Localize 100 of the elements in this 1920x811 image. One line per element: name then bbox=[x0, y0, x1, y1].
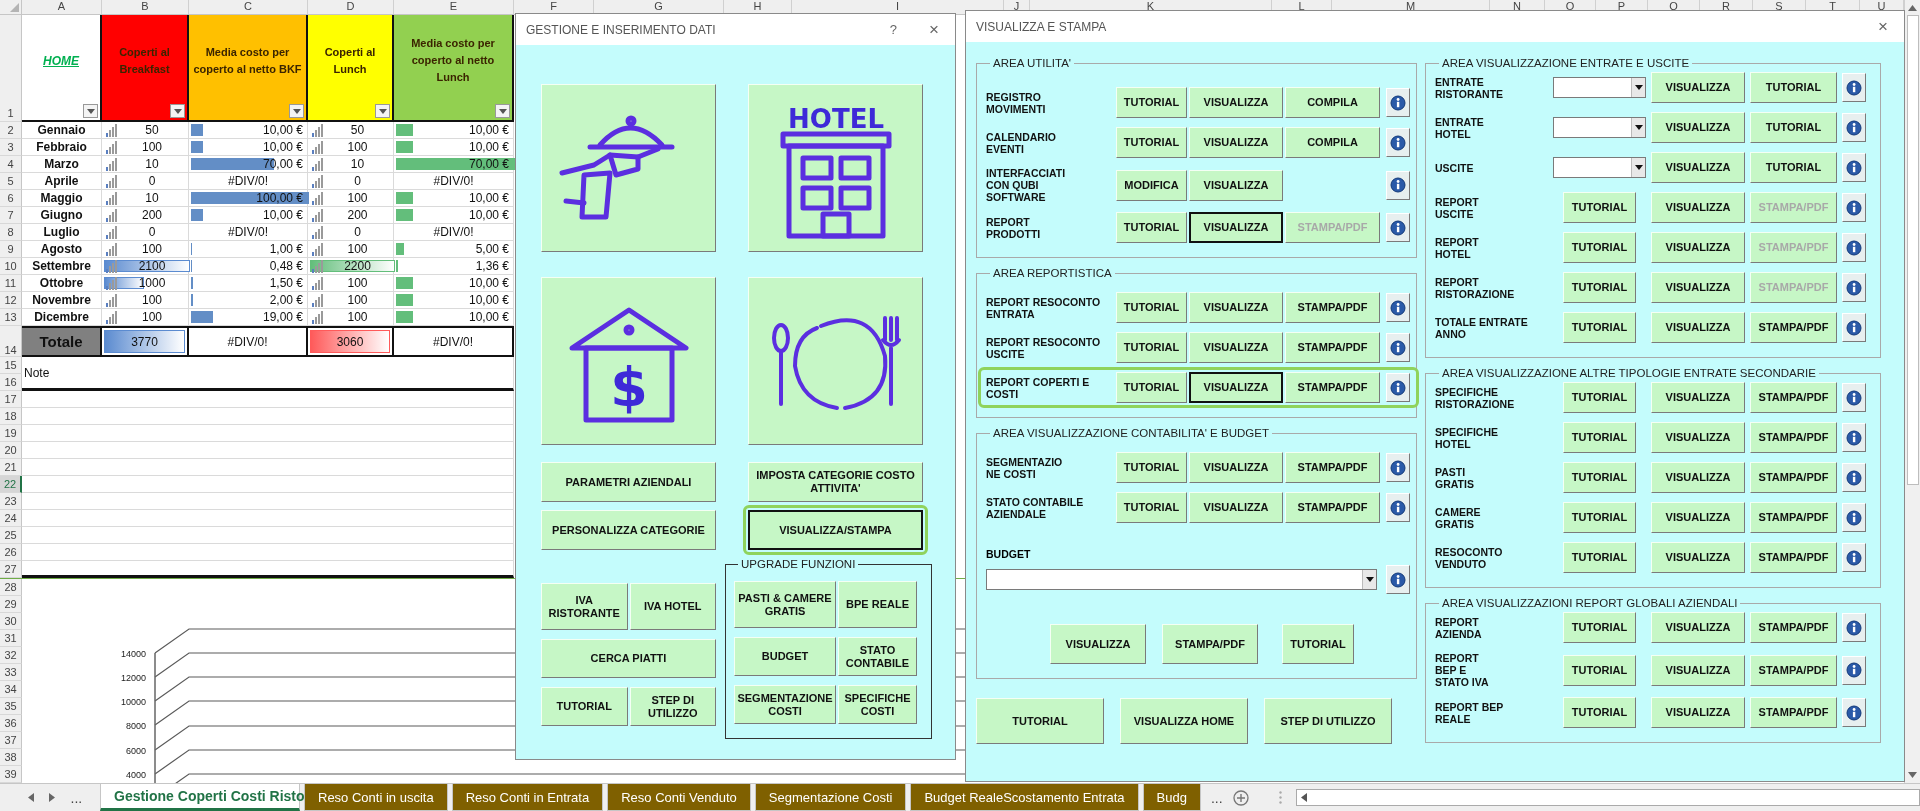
add-sheet-icon[interactable] bbox=[1232, 789, 1249, 806]
info-button[interactable] bbox=[1386, 565, 1410, 594]
action-button[interactable]: STAMPA/PDF bbox=[1285, 452, 1380, 483]
action-button[interactable]: VISUALIZZA bbox=[1050, 624, 1146, 664]
row-number[interactable]: 27 bbox=[0, 561, 22, 578]
row-number[interactable]: 39 bbox=[0, 766, 22, 783]
action-button[interactable]: STAMPA/PDF bbox=[1750, 542, 1837, 573]
action-button[interactable]: TUTORIAL bbox=[1116, 212, 1187, 243]
action-button[interactable]: TUTORIAL bbox=[1116, 127, 1187, 158]
filter-button[interactable] bbox=[495, 104, 510, 118]
info-button[interactable] bbox=[1842, 463, 1866, 492]
row-number[interactable]: 5 bbox=[0, 173, 22, 190]
action-button[interactable]: STATO CONTABILE bbox=[838, 637, 917, 676]
dropdown-field[interactable] bbox=[1553, 157, 1646, 178]
row-number[interactable]: 29 bbox=[0, 596, 22, 613]
info-button[interactable] bbox=[1842, 698, 1866, 727]
action-button[interactable]: SPECIFICHE COSTI bbox=[838, 685, 917, 724]
action-button[interactable]: VISUALIZZA bbox=[1189, 87, 1283, 118]
action-button[interactable]: BUDGET bbox=[734, 637, 836, 676]
row-number[interactable]: 12 bbox=[0, 292, 22, 309]
action-button[interactable]: COMPILA bbox=[1285, 127, 1380, 158]
tile-button[interactable]: HOTEL bbox=[748, 84, 923, 252]
row-number[interactable]: 34 bbox=[0, 681, 22, 698]
action-button[interactable]: VISUALIZZA bbox=[1651, 462, 1745, 493]
action-button[interactable]: COMPILA bbox=[1285, 87, 1380, 118]
action-button[interactable]: VISUALIZZA bbox=[1651, 192, 1745, 223]
filter-button[interactable] bbox=[289, 104, 304, 118]
row-number[interactable]: 10 bbox=[0, 258, 22, 275]
action-button[interactable]: TUTORIAL bbox=[1750, 72, 1837, 103]
action-button[interactable]: VISUALIZZA/STAMPA bbox=[748, 510, 923, 550]
info-button[interactable] bbox=[1386, 293, 1410, 322]
action-button[interactable]: VISUALIZZA bbox=[1189, 212, 1283, 243]
sheet-tab[interactable]: Budget RealeScostamento Entrata bbox=[910, 784, 1139, 811]
action-button[interactable]: VISUALIZZA bbox=[1651, 72, 1745, 103]
row-number[interactable]: 18 bbox=[0, 408, 22, 425]
sheet-tab[interactable]: Budg bbox=[1142, 784, 1201, 811]
action-button[interactable]: PASTI & CAMERE GRATIS bbox=[734, 581, 836, 628]
row-number[interactable]: 31 bbox=[0, 630, 22, 647]
info-button[interactable] bbox=[1842, 153, 1866, 182]
scroll-down-icon[interactable] bbox=[1908, 772, 1917, 778]
dropdown-field[interactable] bbox=[986, 569, 1377, 590]
action-button[interactable]: VISUALIZZA bbox=[1651, 312, 1745, 343]
action-button[interactable]: STAMPA/PDF bbox=[1285, 372, 1380, 403]
action-button[interactable]: STAMPA/PDF bbox=[1750, 462, 1837, 493]
action-button[interactable]: STAMPA/PDF bbox=[1750, 382, 1837, 413]
column-header[interactable]: A bbox=[22, 0, 102, 14]
column-header[interactable]: E bbox=[394, 0, 514, 14]
action-button[interactable]: VISUALIZZA bbox=[1189, 332, 1283, 363]
scroll-left-icon[interactable] bbox=[1300, 793, 1307, 802]
action-button[interactable]: STAMPA/PDF bbox=[1162, 624, 1258, 664]
row-number[interactable]: 24 bbox=[0, 510, 22, 527]
row-number[interactable]: 38 bbox=[0, 749, 22, 766]
row-number[interactable]: 26 bbox=[0, 544, 22, 561]
more-tabs[interactable]: ... bbox=[1211, 784, 1223, 811]
scroll-right-icon[interactable] bbox=[49, 793, 56, 802]
info-button[interactable] bbox=[1842, 233, 1866, 262]
action-button[interactable]: STAMPA/PDF bbox=[1285, 492, 1380, 523]
sheet-tab[interactable]: Segmentazione Costi bbox=[754, 784, 907, 811]
row-number[interactable]: 37 bbox=[0, 732, 22, 749]
action-button[interactable]: STAMPA/PDF bbox=[1750, 422, 1837, 453]
info-button[interactable] bbox=[1842, 193, 1866, 222]
action-button[interactable]: VISUALIZZA bbox=[1189, 127, 1283, 158]
row-number[interactable]: 3 bbox=[0, 139, 22, 156]
row-number[interactable]: 22 bbox=[0, 476, 22, 493]
row-number[interactable]: 7 bbox=[0, 207, 22, 224]
action-button[interactable]: VISUALIZZA bbox=[1189, 292, 1283, 323]
dropdown-field[interactable] bbox=[1553, 117, 1646, 138]
action-button[interactable]: TUTORIAL bbox=[1563, 462, 1636, 493]
column-header[interactable]: B bbox=[102, 0, 189, 14]
info-button[interactable] bbox=[1386, 453, 1410, 482]
row-number[interactable]: 28 bbox=[0, 579, 22, 596]
help-button[interactable]: ? bbox=[883, 22, 904, 37]
row-number[interactable]: 16 bbox=[0, 374, 22, 391]
action-button[interactable]: STEP DI UTILIZZO bbox=[629, 687, 716, 726]
action-button[interactable]: STAMPA/PDF bbox=[1750, 312, 1837, 343]
action-button[interactable]: VISUALIZZA bbox=[1189, 372, 1283, 403]
row-number[interactable]: 23 bbox=[0, 493, 22, 510]
action-button[interactable]: VISUALIZZA bbox=[1651, 612, 1745, 643]
action-button[interactable]: VISUALIZZA bbox=[1651, 502, 1745, 533]
action-button[interactable]: MODIFICA bbox=[1116, 169, 1187, 201]
action-button[interactable]: PERSONALIZZA CATEGORIE bbox=[541, 510, 716, 550]
scroll-left-icon[interactable] bbox=[27, 793, 34, 802]
action-button[interactable]: VISUALIZZA bbox=[1651, 697, 1745, 728]
action-button[interactable]: TUTORIAL bbox=[1116, 492, 1187, 523]
tile-button[interactable]: $ bbox=[541, 277, 716, 445]
info-button[interactable] bbox=[1842, 73, 1866, 102]
info-button[interactable] bbox=[1842, 655, 1866, 685]
action-button[interactable]: CERCA PIATTI bbox=[541, 639, 716, 678]
info-button[interactable] bbox=[1386, 213, 1410, 242]
action-button[interactable]: TUTORIAL bbox=[1563, 422, 1636, 453]
action-button[interactable]: TUTORIAL bbox=[976, 698, 1104, 744]
row-number[interactable]: 8 bbox=[0, 224, 22, 241]
row-number[interactable]: 35 bbox=[0, 698, 22, 715]
action-button[interactable]: VISUALIZZA HOME bbox=[1120, 698, 1248, 744]
info-button[interactable] bbox=[1842, 383, 1866, 412]
row-number[interactable]: 30 bbox=[0, 613, 22, 630]
column-header[interactable]: C bbox=[189, 0, 308, 14]
row-number[interactable]: 14 bbox=[0, 326, 22, 357]
action-button[interactable]: STAMPA/PDF bbox=[1750, 502, 1837, 533]
row-number[interactable]: 15 bbox=[0, 357, 22, 374]
